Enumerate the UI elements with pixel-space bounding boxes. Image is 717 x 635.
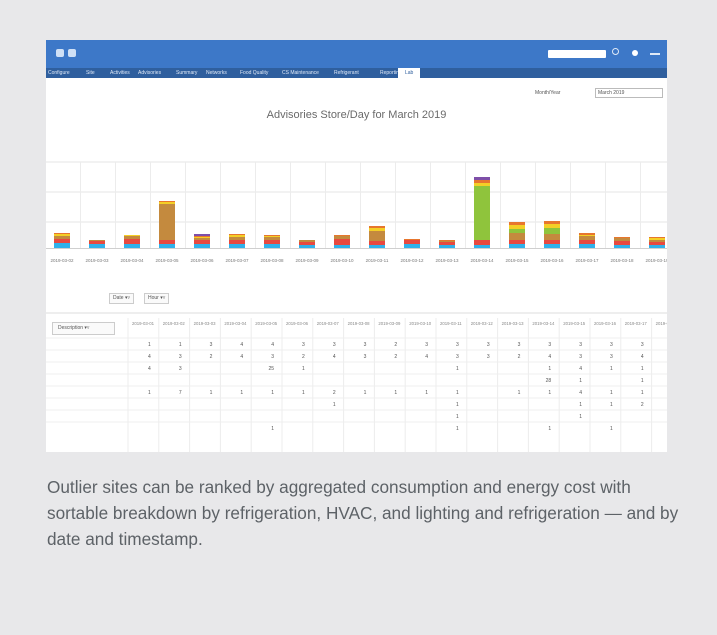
table-cell: 2 [518, 354, 521, 360]
column-header[interactable]: 2019-03-18 [656, 321, 667, 326]
column-header[interactable]: 2019-03-17 [625, 321, 648, 326]
table-cell: 3 [579, 342, 582, 348]
table-cell: 1 [610, 402, 613, 408]
table-cell: 3 [610, 342, 613, 348]
table-cell: 1 [394, 390, 397, 396]
table-cell: 3 [641, 342, 644, 348]
table-cell: 1 [641, 378, 644, 384]
column-header[interactable]: 2019-03-11 [440, 321, 462, 326]
table-cell: 4 [425, 354, 428, 360]
column-header[interactable]: 2019-03-04 [224, 321, 247, 326]
caption: Outlier sites can be ranked by aggregate… [47, 477, 679, 549]
table-cell: 1 [456, 390, 459, 396]
table-cell: 2 [302, 354, 305, 360]
table-cell: 1 [548, 390, 551, 396]
table-cell: 4 [579, 366, 582, 372]
table-cell: 7 [179, 390, 182, 396]
column-header[interactable]: 2019-03-01 [132, 321, 155, 326]
column-header[interactable]: 2019-03-16 [594, 321, 617, 326]
table-cell: 3 [333, 342, 336, 348]
table-cell: 1 [271, 426, 274, 432]
table-cell: 1 [579, 414, 582, 420]
column-header[interactable]: 2019-03-15 [563, 321, 586, 326]
column-header[interactable]: 2019-03-13 [502, 321, 525, 326]
column-header[interactable]: 2019-03-10 [409, 321, 432, 326]
table-cell: 1 [579, 402, 582, 408]
table-cell: 1 [610, 390, 613, 396]
table-cell: 1 [302, 366, 305, 372]
table-cell: 4 [641, 354, 644, 360]
table-cell: 4 [148, 366, 151, 372]
table-cell: 3 [425, 342, 428, 348]
table-cell: 1 [456, 366, 459, 372]
table-cell: 3 [487, 342, 490, 348]
table-cell: 2 [210, 354, 213, 360]
table-cell: 4 [148, 354, 151, 360]
table-cell: 3 [487, 354, 490, 360]
advisories-table: 2019-03-01 2019-03-02 2019-03-03 2019-03-04… [46, 312, 667, 452]
table-cell: 4 [240, 342, 243, 348]
table-cell: 3 [456, 342, 459, 348]
table-cell: 1 [364, 390, 367, 396]
table-cell: 1 [610, 366, 613, 372]
table-cell: 1 [148, 390, 151, 396]
table-cell: 1 [579, 378, 582, 384]
table-cell: 4 [240, 354, 243, 360]
table-cell: 3 [179, 366, 182, 372]
table-cell: 2 [394, 354, 397, 360]
column-header[interactable]: 2019-03-08 [348, 321, 371, 326]
table-cell: 3 [518, 342, 521, 348]
table-cell: 1 [210, 390, 213, 396]
table-cell: 1 [240, 390, 243, 396]
column-header[interactable]: 2019-03-14 [532, 321, 555, 326]
table-cell: 1 [518, 390, 521, 396]
table-cell: 1 [456, 402, 459, 408]
table-cell: 3 [579, 354, 582, 360]
table-cell: 1 [641, 390, 644, 396]
table-cell: 1 [179, 342, 182, 348]
column-header[interactable]: 2019-03-02 [163, 321, 186, 326]
column-header[interactable]: 2019-03-09 [378, 321, 401, 326]
table-cell: 4 [548, 354, 551, 360]
table-cell: 3 [210, 342, 213, 348]
table-cell: 2 [641, 402, 644, 408]
table-cell: 3 [364, 354, 367, 360]
table-cell: 1 [456, 426, 459, 432]
table-cell: 1 [148, 342, 151, 348]
table-cell: 1 [548, 366, 551, 372]
table-cell: 3 [271, 354, 274, 360]
table-cell: 1 [610, 426, 613, 432]
table-cell: 4 [333, 354, 336, 360]
table-cell: 1 [641, 366, 644, 372]
table-cell: 3 [364, 342, 367, 348]
table-cell: 3 [456, 354, 459, 360]
table-cell: 4 [579, 390, 582, 396]
table-cell: 2 [394, 342, 397, 348]
table-cell: 1 [302, 390, 305, 396]
table-cell: 3 [548, 342, 551, 348]
table-cell: 3 [179, 354, 182, 360]
app-screenshot: Configure Site Activities Advisories Summary… [46, 40, 667, 452]
table-cell: 3 [610, 354, 613, 360]
table-cell: 1 [333, 402, 336, 408]
table-cell: 25 [268, 366, 274, 372]
column-header[interactable]: 2019-03-07 [317, 321, 340, 326]
table-cell: 1 [548, 426, 551, 432]
column-header[interactable]: 2019-03-03 [194, 321, 217, 326]
column-header[interactable]: 2019-03-06 [286, 321, 309, 326]
table-cell: 4 [271, 342, 274, 348]
column-header[interactable]: 2019-03-12 [471, 321, 494, 326]
table-cell: 1 [425, 390, 428, 396]
column-header[interactable]: 2019-03-05 [255, 321, 278, 326]
table-cell: 2 [333, 390, 336, 396]
table-cell: 1 [456, 414, 459, 420]
table-cell: 28 [546, 378, 552, 384]
table-cell: 3 [302, 342, 305, 348]
table-cell: 1 [271, 390, 274, 396]
